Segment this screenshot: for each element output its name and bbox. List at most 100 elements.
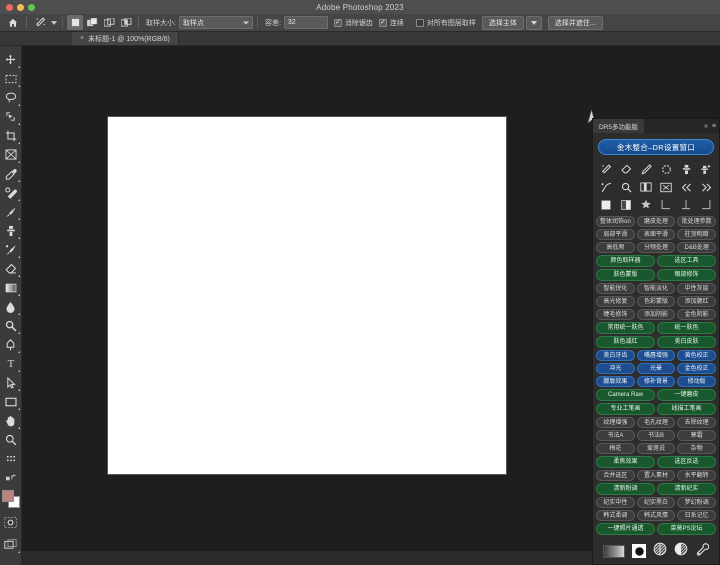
brush-tool[interactable] bbox=[1, 202, 21, 221]
whiten-group-button-6[interactable]: 朦胧效果 bbox=[596, 376, 635, 387]
zoom-tool[interactable] bbox=[1, 430, 21, 449]
frame-tool[interactable] bbox=[1, 145, 21, 164]
whiten-group-button-7[interactable]: 修补背景 bbox=[636, 376, 676, 387]
solid-circle-icon[interactable] bbox=[632, 544, 646, 558]
whiten-group-button-8[interactable]: 修动版 bbox=[677, 376, 716, 387]
close-icon[interactable]: × bbox=[80, 35, 84, 42]
home-icon[interactable] bbox=[4, 15, 22, 31]
next-icon[interactable] bbox=[701, 183, 712, 192]
foreground-color-swatch[interactable] bbox=[1, 490, 14, 502]
selection-mode-group[interactable] bbox=[67, 15, 134, 30]
align-left-icon[interactable] bbox=[661, 197, 671, 215]
history-brush-tool[interactable] bbox=[1, 240, 21, 259]
retouch-tools-group-button-6[interactable]: 高低频 bbox=[596, 242, 635, 253]
wrench-icon[interactable] bbox=[695, 542, 710, 561]
compare-icon[interactable] bbox=[640, 182, 652, 192]
texture-group-button-6[interactable]: 梅花 bbox=[596, 443, 635, 454]
curve-icon[interactable] bbox=[600, 182, 612, 193]
retouch-tools-group-button-7[interactable]: 分频处理 bbox=[636, 242, 676, 253]
star-icon[interactable] bbox=[640, 197, 652, 215]
halfsquare-icon[interactable] bbox=[621, 197, 631, 215]
panel-menu-icon[interactable]: ≡ bbox=[712, 123, 716, 130]
half-tone-circle-icon[interactable] bbox=[653, 542, 667, 561]
pencil-icon[interactable] bbox=[641, 163, 652, 175]
dodge-tool[interactable] bbox=[1, 316, 21, 335]
dr5-panel[interactable]: DR5多功能版 » ≡ 金木整合–DR设置窗口 整体润饰on 磨皮处理 批处理参… bbox=[592, 118, 720, 565]
texture-group-button-0[interactable]: 纹理增强 bbox=[596, 417, 635, 428]
align-right-icon[interactable] bbox=[701, 197, 711, 215]
retouch-tools-group-button-8[interactable]: D&B处理 bbox=[677, 242, 716, 253]
style-group-button-5[interactable]: 日系记忆 bbox=[677, 510, 716, 521]
style-group-button-0[interactable]: 纪实中性 bbox=[596, 497, 635, 508]
focus-group-button-1[interactable]: 选区反选 bbox=[657, 456, 716, 468]
stamp-plus-icon[interactable] bbox=[700, 164, 712, 175]
whiten-group-button-4[interactable]: 光晕 bbox=[636, 363, 676, 374]
retouch-tools-group-button-4[interactable]: 表面平滑 bbox=[636, 229, 676, 240]
eraser-icon[interactable] bbox=[620, 164, 632, 174]
merge-group-button-1[interactable]: 置入素材 bbox=[636, 470, 676, 481]
rectangular-marquee-tool[interactable] bbox=[1, 69, 21, 88]
color-sampler-group-button-1[interactable]: 选区工具 bbox=[657, 255, 716, 267]
intersect-selection-button[interactable] bbox=[118, 15, 134, 30]
rectangle-tool[interactable] bbox=[1, 392, 21, 411]
smart-sharpen-group-button-0[interactable]: 智能锐化 bbox=[596, 283, 635, 294]
select-subject-dropdown-button[interactable] bbox=[525, 15, 542, 30]
texture-group-button-3[interactable]: 书法A bbox=[596, 430, 635, 441]
merge-group-button-2[interactable]: 水平翻转 bbox=[677, 470, 716, 481]
move-tool[interactable] bbox=[1, 50, 21, 69]
camera-raw-group-button-2[interactable]: 专业工笔画 bbox=[596, 403, 655, 415]
retouch-tools-group-button-0[interactable]: 整体润饰on bbox=[596, 216, 635, 227]
wand-icon[interactable] bbox=[601, 163, 612, 175]
texture-group-button-5[interactable]: 寒霜 bbox=[677, 430, 716, 441]
clone-stamp-tool[interactable] bbox=[1, 221, 21, 240]
dr-settings-button[interactable]: 金木整合–DR设置窗口 bbox=[598, 139, 714, 155]
select-and-mask-button[interactable]: 选择并遮住... bbox=[547, 15, 603, 30]
add-to-selection-button[interactable] bbox=[84, 15, 100, 30]
tool-preset-chevron-down-icon[interactable] bbox=[49, 15, 58, 31]
whiten-group-button-3[interactable]: 冲光 bbox=[596, 363, 635, 374]
color-swatches[interactable] bbox=[1, 489, 21, 509]
sample-size-select[interactable]: 取样点 bbox=[178, 16, 253, 29]
texture-group-button-7[interactable]: 爱莲说 bbox=[636, 443, 676, 454]
crop-tool[interactable] bbox=[1, 126, 21, 145]
hand-tool[interactable] bbox=[1, 411, 21, 430]
style-group-button-2[interactable]: 梦幻粉调 bbox=[677, 497, 716, 508]
lasso-tool[interactable] bbox=[1, 88, 21, 107]
type-tool[interactable]: T bbox=[1, 354, 21, 373]
gradient-swatch-icon[interactable] bbox=[603, 544, 625, 558]
style-group-button-3[interactable]: 韩式柔调 bbox=[596, 510, 635, 521]
whiten-group-button-0[interactable]: 美白牙齿 bbox=[596, 350, 635, 361]
transform-icon[interactable] bbox=[660, 182, 672, 193]
smart-sharpen-group-button-7[interactable]: 添加阴影 bbox=[636, 309, 676, 320]
texture-group-button-4[interactable]: 书法B bbox=[636, 430, 676, 441]
smart-sharpen-group-button-2[interactable]: 中性灰层 bbox=[677, 283, 716, 294]
smart-sharpen-group-button-5[interactable]: 添加腮红 bbox=[677, 296, 716, 307]
style-group-button-4[interactable]: 韩式风情 bbox=[636, 510, 676, 521]
texture-group-button-8[interactable]: 杂物 bbox=[677, 443, 716, 454]
smart-sharpen-group-button-1[interactable]: 智能淡化 bbox=[636, 283, 676, 294]
collapse-panel-icon[interactable]: » bbox=[704, 123, 708, 130]
select-subject-button[interactable]: 选择主体 bbox=[481, 15, 524, 30]
magic-wand-icon[interactable] bbox=[31, 15, 49, 31]
edit-toolbar-button[interactable] bbox=[1, 449, 21, 468]
search-icon[interactable] bbox=[621, 182, 632, 193]
new-selection-button[interactable] bbox=[67, 15, 83, 30]
texture-group-button-1[interactable]: 毛孔纹理 bbox=[636, 417, 676, 428]
contrast-circle-icon[interactable] bbox=[674, 542, 688, 561]
focus-group-button-0[interactable]: 柔焦效果 bbox=[596, 456, 655, 468]
pen-tool[interactable] bbox=[1, 335, 21, 354]
all-layers-checkbox[interactable]: 对所有图层取样 bbox=[415, 18, 476, 28]
smart-sharpen-group-button-6[interactable]: 睫毛修饰 bbox=[596, 309, 635, 320]
retouch-tools-group-button-1[interactable]: 磨皮处理 bbox=[636, 216, 676, 227]
skin-unify-group-button-3[interactable]: 美白皮肤 bbox=[657, 336, 716, 348]
antialias-checkbox[interactable]: ✓ 消除锯齿 bbox=[333, 18, 373, 28]
object-selection-tool[interactable] bbox=[1, 107, 21, 126]
tolerance-input[interactable]: 32 bbox=[283, 16, 328, 29]
contiguous-checkbox[interactable]: ✓ 连续 bbox=[378, 18, 404, 28]
whiten-group-button-2[interactable]: 黄色校正 bbox=[677, 350, 716, 361]
panel-tab-controls[interactable]: » ≡ bbox=[704, 119, 716, 133]
color-sampler-group-button-3[interactable]: 眼部修饰 bbox=[657, 269, 716, 281]
skin-unify-group-button-1[interactable]: 统一肤色 bbox=[657, 322, 716, 334]
eyedropper-tool[interactable] bbox=[1, 164, 21, 183]
swap-colors-icon[interactable] bbox=[1, 468, 21, 487]
